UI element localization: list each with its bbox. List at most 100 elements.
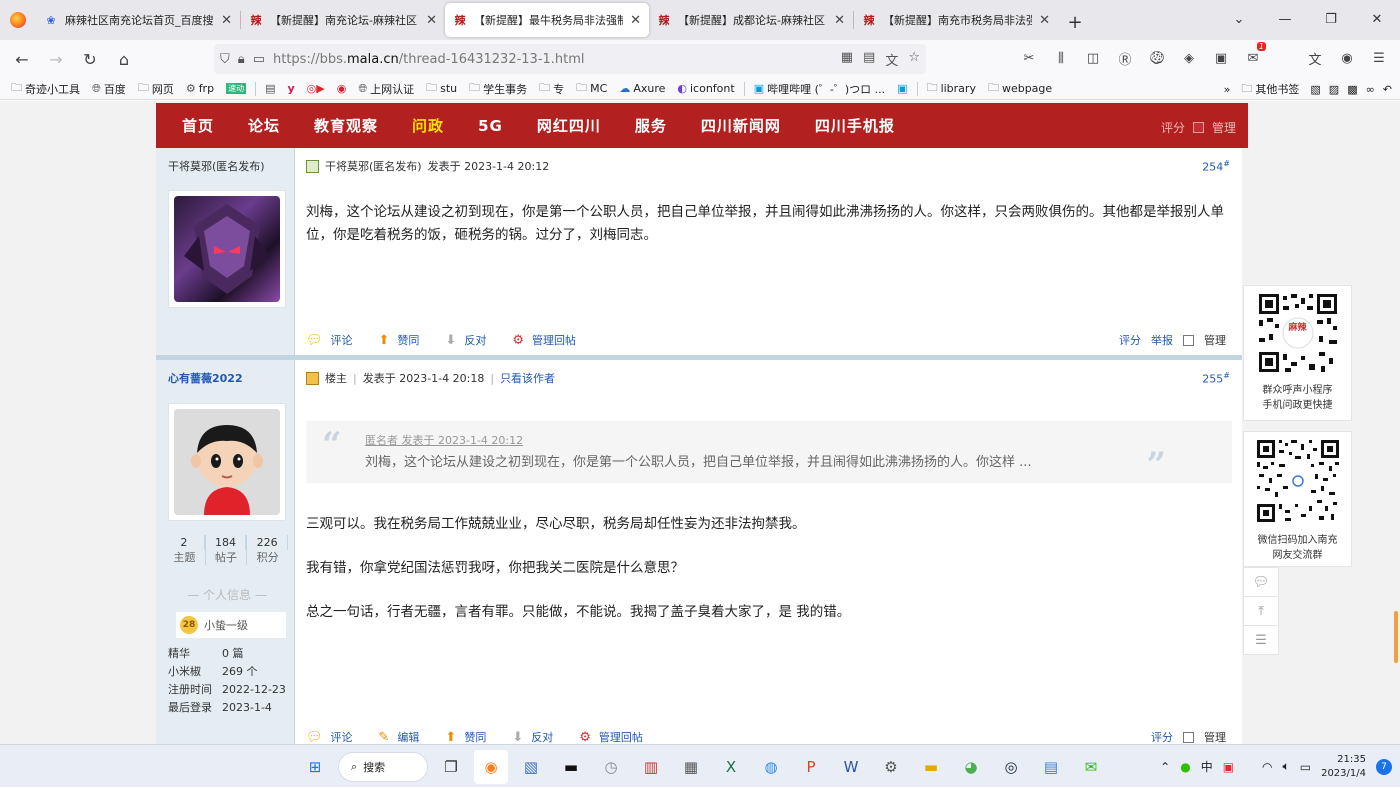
bookmark[interactable]: 速动 [223, 83, 249, 94]
manage-reply-button[interactable]: 管理回帖 [599, 729, 643, 744]
other-bookmarks[interactable]: 🗀 其他书签 [1238, 80, 1302, 99]
bookmark[interactable]: ⚙ frp [183, 82, 217, 95]
comment-icon[interactable]: 💬︎ [306, 730, 323, 745]
url-text[interactable]: https://bbs.mala.cn/thread-16431232-13-1… [273, 52, 585, 67]
extension-icon[interactable]: ◈ [1178, 46, 1200, 70]
translate-extension-icon[interactable]: 文 [1304, 46, 1326, 70]
wechat-group-widget[interactable]: 微信扫码加入南充 网友交流群 [1243, 431, 1352, 567]
page-scrollbar[interactable] [1394, 611, 1398, 663]
nav-wenzheng[interactable]: 问政 [412, 115, 444, 136]
volume-icon[interactable]: 🔈︎ [1283, 759, 1290, 774]
bookmark-folder[interactable]: 🗀 MC [573, 79, 610, 98]
task-view-icon[interactable]: ❐ [434, 750, 468, 784]
comment-button[interactable]: 评论 [331, 729, 353, 744]
chevron-up-icon[interactable]: ⌃ [1160, 760, 1170, 774]
translate-icon[interactable]: 文 [885, 50, 898, 69]
only-author-link[interactable]: 只看该作者 [500, 370, 555, 386]
app-icon[interactable]: ▥ [634, 750, 668, 784]
stat-points[interactable]: 226 积分 [247, 535, 289, 565]
back-button[interactable]: ← [6, 43, 38, 75]
steam-icon[interactable]: ◎ [994, 750, 1028, 784]
powerpoint-icon[interactable]: P [794, 750, 828, 784]
bookmark-star-icon[interactable]: ☆ [908, 50, 920, 69]
stat-threads[interactable]: 2 主题 [164, 535, 206, 565]
nav-service[interactable]: 服务 [635, 115, 667, 136]
file-explorer-icon[interactable]: ▬ [914, 750, 948, 784]
app-icon[interactable]: ◕ [954, 750, 988, 784]
tab-baidu[interactable]: ❀ 麻辣社区南充论坛首页_百度搜索 ✕ [36, 3, 240, 37]
bookmark[interactable]: y [284, 82, 297, 95]
rate-button[interactable]: 评分 [1151, 729, 1173, 744]
qr-code-icon[interactable]: ▦ [841, 50, 853, 69]
extension-icon[interactable]: ▣ [1210, 46, 1232, 70]
floor-number[interactable]: 255# [1202, 371, 1230, 386]
start-icon[interactable]: ⊞ [298, 750, 332, 784]
edit-button[interactable]: 编辑 [397, 729, 419, 744]
level-name[interactable]: 小蛰一级 [204, 617, 248, 633]
author-name[interactable]: 心有蔷薇2022 [168, 370, 243, 386]
extension-icon[interactable]: ▨ [1329, 83, 1339, 96]
close-icon[interactable]: ✕ [630, 13, 641, 28]
thumb-up-icon[interactable]: ⬆ [445, 730, 456, 745]
cookie-icon[interactable]: 🍪︎ [1146, 46, 1168, 70]
minimize-button[interactable]: — [1262, 0, 1308, 38]
bookmark-folder[interactable]: 🗀 学生事务 [466, 79, 530, 98]
nav-wanghong[interactable]: 网红四川 [537, 115, 601, 136]
settings-icon[interactable]: ⚙ [874, 750, 908, 784]
oppose-button[interactable]: 反对 [531, 729, 553, 744]
comment-button[interactable]: 评论 [331, 332, 353, 348]
firefox-menu-button[interactable] [0, 0, 36, 40]
extension-icon[interactable]: ▧ [1310, 83, 1320, 96]
new-tab-button[interactable]: + [1058, 4, 1092, 40]
tab-nanchong-forum[interactable]: 辣【新提醒】南充论坛-麻辣社区 ✕ [241, 3, 445, 37]
author-name[interactable]: 干将莫邪(匿名发布) [168, 158, 265, 174]
excel-icon[interactable]: X [714, 750, 748, 784]
manage-reply-button[interactable]: 管理回帖 [532, 332, 576, 348]
clock[interactable]: 21:35 2023/1/4 [1321, 753, 1366, 781]
back-to-top-icon[interactable]: ⤒ [1243, 596, 1279, 626]
menu-icon[interactable]: ☰ [1368, 46, 1390, 70]
floor-number[interactable]: 254# [1202, 159, 1230, 174]
notepad-icon[interactable]: ▤ [1034, 750, 1068, 784]
bookmark[interactable]: ◎▶ [304, 82, 328, 95]
close-window-button[interactable]: ✕ [1354, 0, 1400, 38]
close-icon[interactable]: ✕ [1039, 13, 1050, 28]
close-icon[interactable]: ✕ [221, 13, 232, 28]
bookmark-folder[interactable]: 🗀 stu [423, 79, 460, 98]
tab-chengdu-forum[interactable]: 辣【新提醒】成都论坛-麻辣社区 ✕ [649, 3, 853, 37]
avatar[interactable] [168, 403, 286, 521]
tab-tax-thread[interactable]: 辣【新提醒】南充市税务局非法强 ✕ [854, 3, 1058, 37]
extension-icon[interactable]: ▩ [1347, 83, 1357, 96]
bookmark[interactable]: ▣ [894, 82, 910, 95]
word-icon[interactable]: W [834, 750, 868, 784]
reload-button[interactable]: ↻ [74, 43, 106, 75]
bookmark[interactable]: 🌐︎ 上网认证 [355, 81, 417, 97]
ime-indicator[interactable]: 中 [1201, 758, 1213, 775]
wifi-icon[interactable]: ◠ [1262, 760, 1272, 774]
glasses-icon[interactable]: ∞ [1366, 83, 1375, 96]
bookmark[interactable]: ▤ [262, 82, 278, 95]
thumb-up-icon[interactable]: ⬆ [379, 333, 390, 348]
bookmark-folder[interactable]: 🗀 网页 [135, 79, 177, 98]
nav-home[interactable]: 首页 [182, 115, 214, 136]
wechat-icon[interactable]: ✉ [1074, 750, 1108, 784]
pencil-icon[interactable]: ✎ [379, 730, 390, 745]
address-bar[interactable]: ⛉ 🔒︎ ▭ https://bbs.mala.cn/thread-164312… [214, 44, 926, 74]
taskbar-search[interactable]: ⌕ 搜索 [338, 751, 428, 782]
close-icon[interactable]: ✕ [834, 13, 845, 28]
permissions-icon[interactable]: ▭ [253, 52, 265, 67]
globe-icon[interactable]: ◍ [754, 750, 788, 784]
reader-view-icon[interactable]: ▤ [863, 50, 875, 69]
nav-mobile-news[interactable]: 四川手机报 [815, 115, 895, 136]
stat-posts[interactable]: 184 帖子 [206, 535, 248, 565]
thumb-down-icon[interactable]: ⬇ [445, 333, 456, 348]
list-icon[interactable]: ☰ [1243, 625, 1279, 655]
tab-list-icon[interactable]: ⌄ [1216, 0, 1262, 38]
tab-active-thread[interactable]: 辣【新提醒】最牛税务局非法强制 ✕ [445, 3, 649, 37]
extension-icon[interactable]: ◉ [1336, 46, 1358, 70]
comment-icon[interactable]: 💬︎ [306, 333, 323, 348]
more-bookmarks-icon[interactable]: » [1224, 83, 1231, 96]
restore-button[interactable]: ❐ [1308, 0, 1354, 38]
bookmark[interactable]: ◉ [334, 82, 350, 95]
support-button[interactable]: 赞同 [397, 332, 419, 348]
